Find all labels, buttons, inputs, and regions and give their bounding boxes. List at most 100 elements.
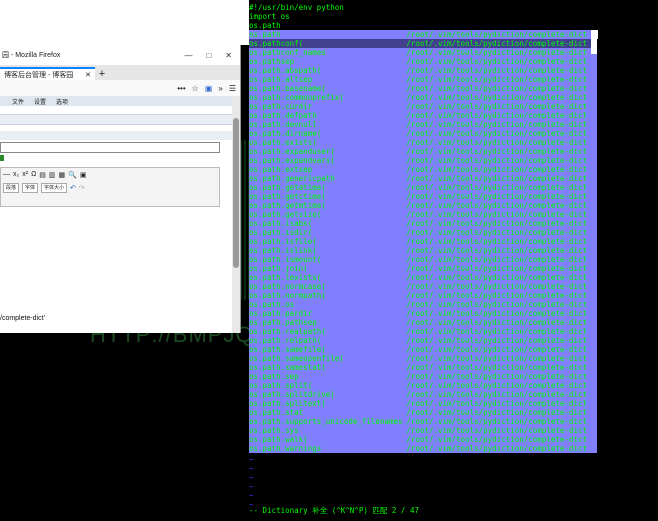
completion-word: os.path.islink( <box>249 246 317 255</box>
page-tab-file[interactable]: 文件 <box>12 97 24 106</box>
completion-item[interactable]: os.path.isfile(/root/.vim/tools/pydictio… <box>249 237 591 246</box>
close-icon[interactable]: ✕ <box>225 51 232 60</box>
find-icon[interactable]: 🔍 <box>68 171 77 179</box>
more-icon[interactable]: ••• <box>177 84 185 93</box>
redo-icon[interactable]: ↷ <box>79 184 85 192</box>
align-icon[interactable]: ▦ <box>59 171 66 179</box>
completion-item[interactable]: os.path.normcase(/root/.vim/tools/pydict… <box>249 282 591 291</box>
completion-item[interactable]: os.path.getctime(/root/.vim/tools/pydict… <box>249 192 591 201</box>
completion-item[interactable]: os.path.join(/root/.vim/tools/pydiction/… <box>249 264 591 273</box>
firefox-window[interactable]: 园 - Mozilla Firefox — □ ✕ 博客后台管理 - 博客园 ✕… <box>0 45 241 333</box>
completion-item[interactable]: os.path.expanduser(/root/.vim/tools/pydi… <box>249 147 591 156</box>
completion-item[interactable]: os.path.altsep/root/.vim/tools/pydiction… <box>249 75 591 84</box>
import-line: import os <box>249 12 290 21</box>
popup-scrollbar[interactable] <box>591 30 597 453</box>
completion-item[interactable]: os.path.devnull/root/.vim/tools/pydictio… <box>249 120 591 129</box>
completion-item[interactable]: os.path.ismount(/root/.vim/tools/pydicti… <box>249 255 591 264</box>
completion-item[interactable]: os.path.supports_unicode_filenames/root/… <box>249 417 591 426</box>
completion-item[interactable]: os.pathconf_names/root/.vim/tools/pydict… <box>249 48 591 57</box>
completion-source: /root/.vim/tools/pydiction/complete-dict <box>406 174 587 183</box>
completion-item[interactable]: os.path.splitdrive(/root/.vim/tools/pydi… <box>249 390 591 399</box>
completion-item[interactable]: os.path/root/.vim/tools/pydiction/comple… <box>249 30 591 39</box>
completion-item[interactable]: os.path.commonprefix(/root/.vim/tools/py… <box>249 93 591 102</box>
close-tab-icon[interactable]: ✕ <box>85 71 91 79</box>
completion-item[interactable]: os.path.sys/root/.vim/tools/pydiction/co… <box>249 426 591 435</box>
window-titlebar[interactable]: 园 - Mozilla Firefox — □ ✕ <box>0 45 240 65</box>
completion-item[interactable]: os.path.isabs(/root/.vim/tools/pydiction… <box>249 219 591 228</box>
undo-icon[interactable]: ↶ <box>70 184 76 192</box>
completion-item[interactable]: os.path.getatime(/root/.vim/tools/pydict… <box>249 183 591 192</box>
completion-item[interactable]: os.path.extsep/root/.vim/tools/pydiction… <box>249 165 591 174</box>
font-size-select[interactable]: 字体大小 <box>41 182 68 193</box>
completion-item[interactable]: os.path.walk(/root/.vim/tools/pydiction/… <box>249 435 591 444</box>
tab-blog-admin[interactable]: 博客后台管理 - 博客园 ✕ <box>0 67 95 80</box>
completion-word: os.path.os <box>249 300 295 309</box>
completion-item[interactable]: os.path.sep/root/.vim/tools/pydiction/co… <box>249 372 591 381</box>
completion-source: /root/.vim/tools/pydiction/complete-dict <box>406 201 587 210</box>
title-input[interactable] <box>0 142 220 153</box>
image-icon[interactable]: ▣ <box>80 171 87 179</box>
terminal-window[interactable]: #!/usr/bin/env python import os os.path … <box>249 0 658 521</box>
editor-tool-icon[interactable]: x₂ <box>13 171 19 178</box>
rich-text-editor[interactable]: — x₂ x² Ω ▤ ▥ ▦ 🔍 ▣ 段落 字体 字体大小 ↶ ↷ <box>0 167 220 207</box>
extension-icon[interactable]: ▣ <box>205 84 213 93</box>
completion-item[interactable]: os.path.genericpath/root/.vim/tools/pydi… <box>249 174 591 183</box>
completion-item[interactable]: os.path.islink(/root/.vim/tools/pydictio… <box>249 246 591 255</box>
star-icon[interactable]: ☆ <box>192 84 199 93</box>
completion-source: /root/.vim/tools/pydiction/complete-dict <box>406 309 587 318</box>
editor-tool-icon[interactable]: — <box>3 171 10 178</box>
new-tab-button[interactable]: + <box>95 68 109 80</box>
completion-item[interactable]: os.path.abspath(/root/.vim/tools/pydicti… <box>249 66 591 75</box>
completion-item[interactable]: os.path.getmtime(/root/.vim/tools/pydict… <box>249 201 591 210</box>
completion-source: /root/.vim/tools/pydiction/complete-dict <box>406 291 587 300</box>
completion-item[interactable]: os.path.exists(/root/.vim/tools/pydictio… <box>249 138 591 147</box>
shebang-line: #!/usr/bin/env python <box>249 3 344 12</box>
completion-item[interactable]: os.path.curdir/root/.vim/tools/pydiction… <box>249 102 591 111</box>
completion-item[interactable]: os.path.dirname(/root/.vim/tools/pydicti… <box>249 129 591 138</box>
completion-source: /root/.vim/tools/pydiction/complete-dict <box>406 210 587 219</box>
completion-item[interactable]: os.path.pathsep/root/.vim/tools/pydictio… <box>249 318 591 327</box>
page-tab-options[interactable]: 选项 <box>56 97 68 106</box>
completion-source: /root/.vim/tools/pydiction/complete-dict <box>406 30 587 39</box>
completion-item[interactable]: os.path.samestat(/root/.vim/tools/pydict… <box>249 363 591 372</box>
completion-item[interactable]: os.path.relpath(/root/.vim/tools/pydicti… <box>249 336 591 345</box>
completion-item[interactable]: os.path.normpath(/root/.vim/tools/pydict… <box>249 291 591 300</box>
completion-word: os.path.sys <box>249 426 299 435</box>
completion-item[interactable]: os.path.samefile(/root/.vim/tools/pydict… <box>249 345 591 354</box>
maximize-icon[interactable]: □ <box>206 51 211 60</box>
minimize-icon[interactable]: — <box>184 51 192 60</box>
completion-item[interactable]: os.path.stat/root/.vim/tools/pydiction/c… <box>249 408 591 417</box>
font-select[interactable]: 字体 <box>22 182 39 193</box>
completion-item[interactable]: os.path.realpath(/root/.vim/tools/pydict… <box>249 327 591 336</box>
omega-icon[interactable]: Ω <box>31 171 36 178</box>
completion-item[interactable]: os.path.getsize(/root/.vim/tools/pydicti… <box>249 210 591 219</box>
completion-item[interactable]: os.path.lexists(/root/.vim/tools/pydicti… <box>249 273 591 282</box>
paragraph-select[interactable]: 段落 <box>3 182 20 193</box>
completion-item[interactable]: os.pathconf(/root/.vim/tools/pydiction/c… <box>249 39 591 48</box>
completion-word: os.path.getatime( <box>249 183 326 192</box>
align-icon[interactable]: ▥ <box>49 171 56 179</box>
completion-item[interactable]: os.path.os/root/.vim/tools/pydiction/com… <box>249 300 591 309</box>
empty-line-tilde: ~ <box>249 473 254 482</box>
completion-item[interactable]: os.path.basename(/root/.vim/tools/pydict… <box>249 84 591 93</box>
completion-item[interactable]: os.pathsep/root/.vim/tools/pydiction/com… <box>249 57 591 66</box>
page-tab-settings[interactable]: 设置 <box>34 97 46 106</box>
editor-tool-icon[interactable]: x² <box>22 171 28 178</box>
menu-icon[interactable]: ☰ <box>229 84 236 93</box>
completion-item[interactable]: os.path.pardir/root/.vim/tools/pydiction… <box>249 309 591 318</box>
completion-source: /root/.vim/tools/pydiction/complete-dict <box>406 399 587 408</box>
overflow-icon[interactable]: » <box>218 84 222 93</box>
editor-toolbar-row2: 段落 字体 字体大小 ↶ ↷ <box>1 181 219 194</box>
completion-item[interactable]: os.path.splitext(/root/.vim/tools/pydict… <box>249 399 591 408</box>
completion-popup-menu[interactable]: os.path/root/.vim/tools/pydiction/comple… <box>249 30 591 453</box>
align-icon[interactable]: ▤ <box>39 171 46 179</box>
completion-item[interactable]: os.path.sameopenfile(/root/.vim/tools/py… <box>249 354 591 363</box>
completion-source: /root/.vim/tools/pydiction/complete-dict <box>406 111 587 120</box>
page-scrollbar[interactable] <box>232 96 240 333</box>
completion-item[interactable]: os.path.isdir(/root/.vim/tools/pydiction… <box>249 228 591 237</box>
completion-item[interactable]: os.path.split(/root/.vim/tools/pydiction… <box>249 381 591 390</box>
scrollbar-thumb[interactable] <box>233 118 239 268</box>
completion-item[interactable]: os.path.warnings/root/.vim/tools/pydicti… <box>249 444 591 453</box>
completion-item[interactable]: os.path.expandvars(/root/.vim/tools/pydi… <box>249 156 591 165</box>
completion-item[interactable]: os.path.defpath/root/.vim/tools/pydictio… <box>249 111 591 120</box>
